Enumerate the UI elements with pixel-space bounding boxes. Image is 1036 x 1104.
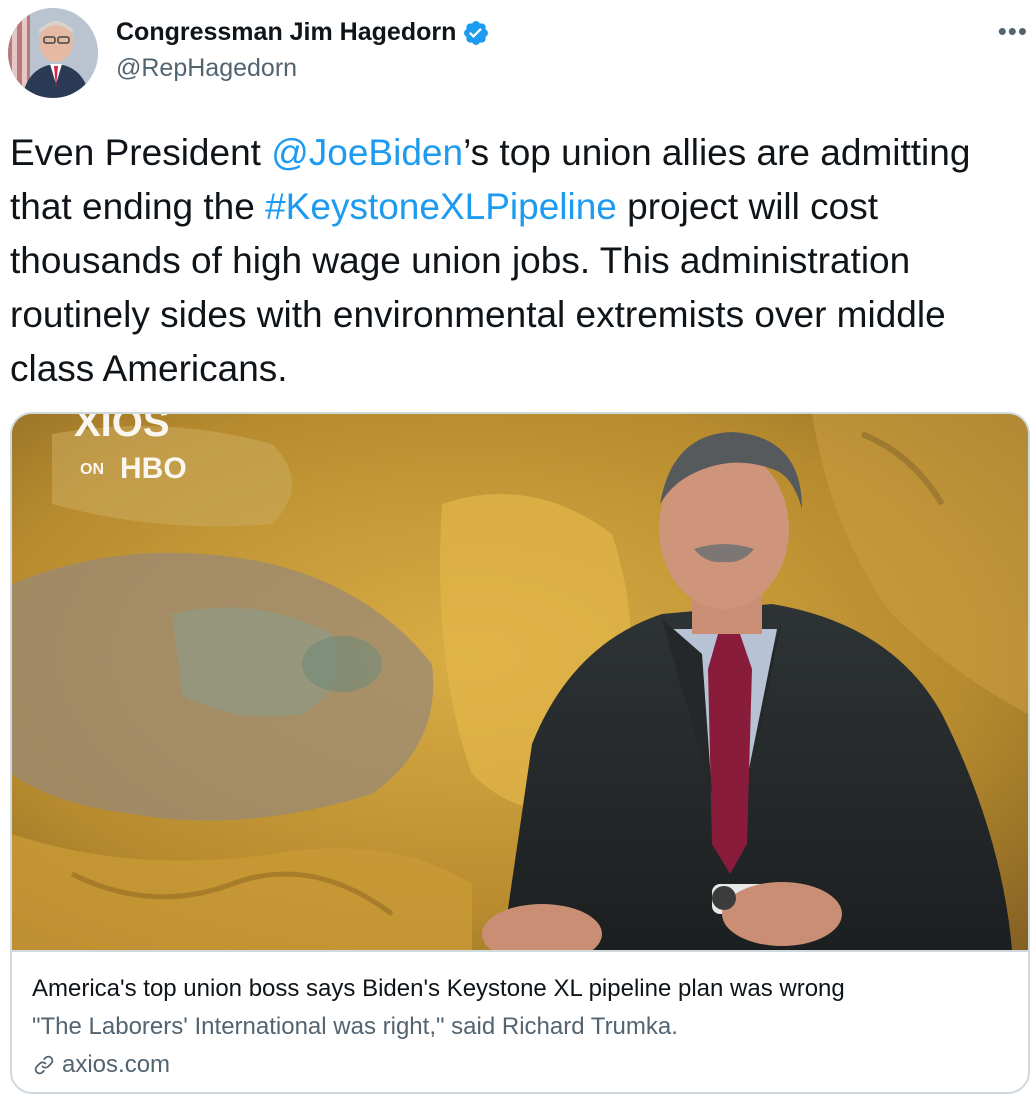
tweet-text-segment: Even President [10, 132, 272, 173]
tweet-text: Even President @JoeBiden’s top union all… [10, 126, 1010, 396]
avatar-photo-icon [8, 8, 98, 98]
card-meta[interactable]: America's top union boss says Biden's Ke… [12, 950, 1028, 1092]
watermark-axios: XIOS [74, 414, 170, 445]
author-handle[interactable]: @RepHagedorn [116, 54, 297, 83]
author-avatar[interactable] [8, 8, 98, 98]
author-name-row[interactable]: Congressman Jim Hagedorn [116, 18, 490, 47]
card-photo: XIOS ON HBO [12, 414, 1028, 950]
more-options-icon[interactable]: ••• [998, 16, 1028, 47]
card-title[interactable]: America's top union boss says Biden's Ke… [32, 970, 1008, 1008]
hashtag-link[interactable]: #KeystoneXLPipeline [265, 186, 617, 227]
card-image[interactable]: XIOS ON HBO [12, 414, 1028, 950]
card-domain[interactable]: axios.com [32, 1046, 1008, 1084]
watermark-on: ON [80, 461, 104, 478]
link-icon [34, 1055, 54, 1075]
link-card[interactable]: XIOS ON HBO America's top union boss say… [10, 412, 1030, 1094]
author-display-name[interactable]: Congressman Jim Hagedorn [116, 18, 456, 47]
mention-link[interactable]: @JoeBiden [271, 132, 463, 173]
card-description: "The Laborers' International was right,"… [32, 1013, 678, 1040]
watermark-hbo: HBO [120, 452, 187, 485]
verified-badge-icon [464, 20, 489, 45]
card-domain-text: axios.com [62, 1051, 171, 1078]
